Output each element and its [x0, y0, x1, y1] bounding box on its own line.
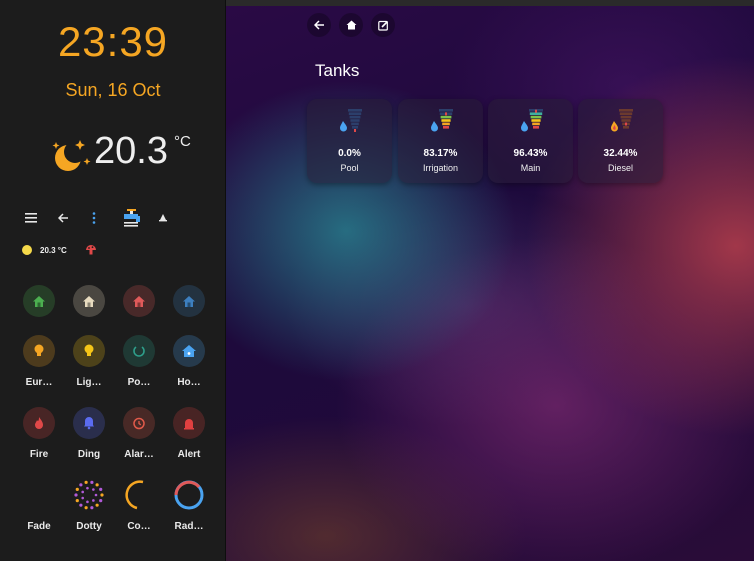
menu-icon[interactable]: [19, 206, 43, 230]
water-tap-icon[interactable]: [120, 206, 146, 230]
lightbulb-icon: [23, 335, 55, 367]
tank-card-diesel[interactable]: 32.44% Diesel: [578, 99, 663, 183]
sidebar-tile-dotty[interactable]: Dotty: [64, 479, 114, 532]
status-row: 20.3 °C: [22, 242, 97, 258]
tank-name: Irrigation: [422, 163, 458, 173]
home-icon: [173, 285, 205, 317]
water-level-icon: [521, 109, 543, 132]
tile-label: Dotty: [76, 521, 102, 532]
sidebar-tile-eur[interactable]: Eur…: [14, 335, 64, 388]
tank-percentage: 32.44%: [603, 148, 638, 159]
tile-label: Alar…: [124, 449, 154, 460]
sidebar-tile-rad[interactable]: Rad…: [164, 479, 214, 532]
tank-card-main[interactable]: 96.43% Main: [488, 99, 573, 183]
mushroom-icon[interactable]: [85, 244, 97, 256]
sidebar-toolbar: [0, 206, 225, 230]
tile-label: Ho…: [177, 377, 201, 388]
home-icon: [23, 285, 55, 317]
tile-label: Fade: [27, 521, 51, 532]
water-level-icon: [431, 109, 453, 132]
sidebar-tile-fade[interactable]: Fade: [14, 479, 64, 532]
tank-card-irrigation[interactable]: 83.17% Irrigation: [398, 99, 483, 183]
dots-ring-icon: [73, 479, 105, 511]
alarm-bell-icon[interactable]: [151, 206, 175, 230]
home-icon: [73, 285, 105, 317]
fire-icon: [23, 407, 55, 439]
tile-label: Fire: [29, 449, 49, 460]
rainbow-ring-icon: [173, 479, 205, 511]
sidebar-tile[interactable]: [14, 285, 64, 317]
bell-icon: [73, 407, 105, 439]
home-icon[interactable]: [339, 13, 363, 37]
tile-label: Co…: [127, 521, 151, 532]
sidebar-tile-alert[interactable]: Alert: [164, 407, 214, 460]
current-temperature: 20.3: [94, 130, 168, 172]
home-wifi-icon: [173, 335, 205, 367]
tile-label: Po…: [127, 377, 151, 388]
tile-label: Alert: [177, 449, 201, 460]
sidebar-tile-fire[interactable]: Fire: [14, 407, 64, 460]
lightbulb-icon: [73, 335, 105, 367]
sidebar-tile-alar[interactable]: Alar…: [114, 407, 164, 460]
sidebar-tile[interactable]: [64, 285, 114, 317]
fuel-level-icon: [611, 109, 633, 132]
sidebar-tile[interactable]: [164, 285, 214, 317]
tank-name: Pool: [340, 163, 359, 173]
partly-cloudy-night-icon: [52, 140, 91, 171]
tile-label: Eur…: [25, 377, 53, 388]
sidebar-tile-lig[interactable]: Lig…: [64, 335, 114, 388]
temperature-unit: °C: [174, 133, 191, 150]
tile-label: Rad…: [174, 521, 204, 532]
home-icon: [123, 285, 155, 317]
tank-percentage: 96.43%: [513, 148, 548, 159]
alarm-clock-icon: [123, 407, 155, 439]
back-arrow-icon[interactable]: [307, 13, 331, 37]
status-temperature: 20.3 °C: [40, 245, 67, 255]
sidebar-tile-po[interactable]: Po…: [114, 335, 164, 388]
tile-label: Ding: [77, 449, 101, 460]
tank-card-pool[interactable]: 0.0% Pool: [307, 99, 392, 183]
tank-name: Main: [520, 163, 541, 173]
section-title: Tanks: [315, 61, 360, 80]
arc-icon: [123, 479, 155, 511]
siren-icon: [173, 407, 205, 439]
edit-icon[interactable]: [371, 13, 395, 37]
date: Sun, 16 Oct: [65, 80, 161, 100]
sidebar-tile-co[interactable]: Co…: [114, 479, 164, 532]
sun-icon: [22, 245, 32, 255]
water-level-icon: [340, 109, 362, 132]
clock: 23:39: [57, 18, 169, 65]
tank-percentage: 0.0%: [338, 148, 361, 159]
dashboard-view: Tanks 0.0% Pool 83.17% Irrigation 96.43%…: [226, 6, 754, 561]
tank-name: Diesel: [607, 163, 633, 173]
tank-percentage: 83.17%: [423, 148, 458, 159]
sidebar-tile-ding[interactable]: Ding: [64, 407, 114, 460]
back-arrow-icon[interactable]: [51, 206, 75, 230]
empty-icon: [23, 479, 55, 511]
sidebar: 23:39 Sun, 16 Oct 20.3 °C 20.3 °C Eur… L…: [0, 0, 226, 561]
sidebar-tile[interactable]: [114, 285, 164, 317]
sidebar-tile-ho[interactable]: Ho…: [164, 335, 214, 388]
tile-label: Lig…: [76, 377, 102, 388]
power-icon: [123, 335, 155, 367]
more-vert-icon[interactable]: [82, 206, 106, 230]
